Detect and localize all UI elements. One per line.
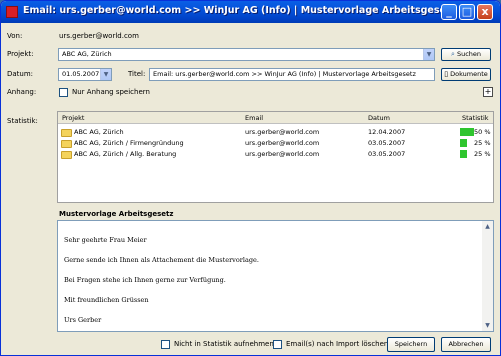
von-label: Von: [7,32,23,40]
emails-loeschen-checkbox[interactable] [273,340,282,349]
von-value: urs.gerber@world.com [59,32,139,40]
row-datum: 03.05.2007 [368,139,406,147]
vertical-scrollbar[interactable]: ▲ ▼ [482,221,493,331]
app-icon [6,6,18,18]
row-projekt[interactable]: ABC AG, Zürich / Firmengründung [74,139,184,147]
projekt-label: Projekt: [7,50,34,58]
minimize-button[interactable]: _ [441,4,457,20]
nicht-statistik-label: Nicht in Statistik aufnehmen [174,340,274,348]
projekt-dropdown[interactable]: ABC AG, Zürich ▼ [58,48,435,61]
row-percent: 25 % [474,150,491,158]
chevron-down-icon[interactable]: ▼ [100,69,111,80]
anhang-label: Anhang: [7,88,37,96]
document-icon: ▯ [444,70,449,78]
maximize-button[interactable]: □ [459,4,475,20]
body-title: Mustervorlage Arbeitsgesetz [59,210,174,218]
header-projekt[interactable]: Projekt [62,114,84,122]
speichern-button[interactable]: Speichern [387,337,435,352]
folder-icon [61,151,72,159]
suchen-label: Suchen [456,50,482,58]
title-bar[interactable]: Email: urs.gerber@world.com >> WinJur AG… [1,1,500,23]
projekt-value: ABC AG, Zürich [62,50,112,58]
statistik-table: Projekt Email Datum Statistik ABC AG, Zü… [57,111,494,203]
header-statistik[interactable]: Statistik [462,114,489,122]
message-editor[interactable]: Sehr geehrte Frau Meier Gerne sende ich … [57,220,494,332]
datum-value: 01.05.2007 [62,70,100,78]
row-datum: 03.05.2007 [368,150,406,158]
row-datum: 12.04.2007 [368,128,406,136]
row-email: urs.gerber@world.com [245,150,320,158]
statistik-bar [460,128,474,136]
abbrechen-button[interactable]: Abbrechen [441,337,491,352]
row-projekt[interactable]: ABC AG, Zürich [74,128,124,136]
folder-icon [61,140,72,148]
titel-label: Titel: [128,70,146,78]
body-line: Sehr geehrte Frau Meier [64,236,147,244]
titel-input[interactable]: Email: urs.gerber@world.com >> WinJur AG… [149,68,435,81]
scroll-up-icon[interactable]: ▲ [482,221,493,232]
body-line: Bei Fragen stehe ich Ihnen gerne zur Ver… [64,276,226,284]
row-email: urs.gerber@world.com [245,139,320,147]
header-email[interactable]: Email [245,114,263,122]
search-icon: ⌕ [450,50,455,58]
body-line: Urs Gerber [64,316,102,324]
add-attachment-icon[interactable]: + [483,87,493,97]
statistik-label: Statistik: [7,117,38,125]
scroll-down-icon[interactable]: ▼ [482,320,493,331]
window-title: Email: urs.gerber@world.com >> WinJur AG… [23,5,457,16]
email-window: Email: urs.gerber@world.com >> WinJur AG… [0,0,501,356]
datum-dropdown[interactable]: 01.05.2007 ▼ [58,68,112,81]
datum-label: Datum: [7,70,34,78]
row-percent: 50 % [474,128,491,136]
close-button[interactable]: x [477,4,493,20]
nur-anhang-label: Nur Anhang speichern [72,88,150,96]
nur-anhang-checkbox[interactable] [59,88,68,97]
row-percent: 25 % [474,139,491,147]
emails-loeschen-label: Email(s) nach Import löschen [286,340,389,348]
row-email: urs.gerber@world.com [245,128,320,136]
body-line: Mit freundlichen Grüssen [64,296,149,304]
statistik-bar [460,150,467,158]
body-line: Gerne sende ich Ihnen als Attachement di… [64,256,259,264]
dokumente-button[interactable]: ▯ Dokumente [441,68,491,81]
nicht-statistik-checkbox[interactable] [161,340,170,349]
row-projekt[interactable]: ABC AG, Zürich / Allg. Beratung [74,150,176,158]
suchen-button[interactable]: ⌕ Suchen [441,48,491,61]
chevron-down-icon[interactable]: ▼ [423,49,434,60]
statistik-bar [460,139,467,147]
table-header [58,112,493,124]
header-datum[interactable]: Datum [368,114,390,122]
folder-icon [61,129,72,137]
dokumente-label: Dokumente [450,70,488,78]
